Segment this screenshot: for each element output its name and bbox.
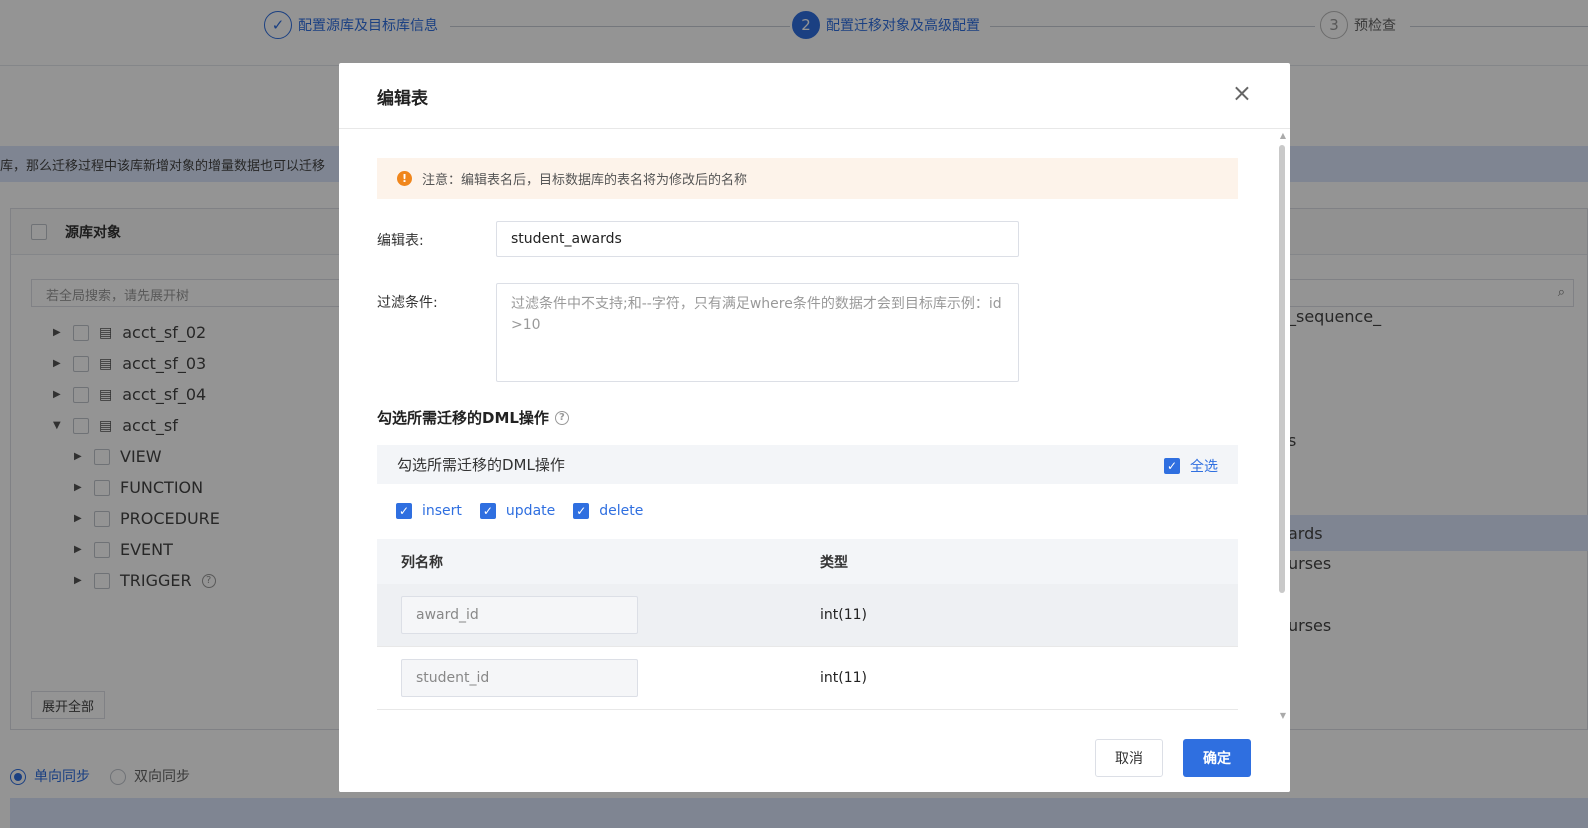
warning-alert: ! 注意：编辑表名后，目标数据库的表名将为修改后的名称: [377, 158, 1238, 199]
checkbox-checked-icon[interactable]: ✓: [1164, 458, 1180, 474]
dml-operations-bar: 勾选所需迁移的DML操作 ✓ 全选: [377, 445, 1238, 484]
edit-table-dialog: 编辑表 × ! 注意：编辑表名后，目标数据库的表名将为修改后的名称 编辑表: s…: [339, 63, 1290, 792]
checkbox-checked-icon[interactable]: ✓: [573, 503, 590, 519]
select-all-dml[interactable]: ✓ 全选: [1164, 456, 1218, 476]
column-type-cell: int(11): [820, 670, 867, 686]
checkbox-checked-icon[interactable]: ✓: [479, 503, 496, 519]
insert-checkbox[interactable]: ✓ insert: [396, 503, 462, 519]
column-name-input[interactable]: student_id: [401, 659, 638, 697]
dml-op-checkboxes: ✓ insert ✓ update ✓ delete: [396, 503, 643, 519]
select-all-label: 全选: [1190, 459, 1218, 475]
scrollbar-thumb[interactable]: [1279, 145, 1285, 593]
dialog-header: 编辑表 ×: [339, 63, 1290, 129]
column-type-cell: int(11): [820, 607, 867, 623]
op-label: insert: [422, 503, 462, 519]
dialog-footer: 取消 确定: [339, 721, 1290, 792]
checkbox-checked-icon[interactable]: ✓: [396, 503, 412, 519]
help-icon[interactable]: ?: [554, 410, 569, 425]
column-name-cell: award_id: [377, 596, 796, 634]
column-name-input[interactable]: award_id: [401, 596, 638, 634]
columns-table: 列名称 类型 award_id int(11) student_id int(1…: [377, 539, 1238, 710]
cancel-button[interactable]: 取消: [1095, 739, 1163, 777]
update-checkbox[interactable]: ✓ update: [479, 503, 556, 519]
scroll-up-arrow-icon[interactable]: ▲: [1280, 131, 1286, 140]
dialog-title: 编辑表: [377, 89, 428, 109]
filter-label: 过滤条件:: [377, 295, 438, 311]
table-row: award_id int(11): [377, 584, 1238, 647]
table-header: 列名称 类型: [377, 539, 1238, 584]
edit-table-label: 编辑表:: [377, 233, 424, 249]
warning-icon: !: [397, 171, 412, 186]
column-name-header: 列名称: [401, 554, 443, 571]
op-label: delete: [599, 503, 644, 519]
table-name-input[interactable]: student_awards: [496, 221, 1019, 257]
dml-section-title-text: 勾选所需迁移的DML操作: [377, 409, 549, 427]
dml-bar-label: 勾选所需迁移的DML操作: [397, 456, 565, 474]
column-name-cell: student_id: [377, 659, 796, 697]
table-row: student_id int(11): [377, 647, 1238, 710]
column-type-header: 类型: [820, 554, 848, 571]
dml-section-title: 勾选所需迁移的DML操作 ?: [377, 407, 569, 428]
confirm-button[interactable]: 确定: [1183, 739, 1251, 777]
close-icon[interactable]: ×: [1232, 81, 1252, 105]
scroll-down-arrow-icon[interactable]: ▼: [1280, 711, 1286, 720]
warning-text: 注意：编辑表名后，目标数据库的表名将为修改后的名称: [422, 173, 748, 188]
delete-checkbox[interactable]: ✓ delete: [573, 503, 643, 519]
filter-condition-textarea[interactable]: 过滤条件中不支持;和--字符，只有满足where条件的数据才会到目标库示例：id…: [496, 283, 1019, 382]
dialog-body: ! 注意：编辑表名后，目标数据库的表名将为修改后的名称 编辑表: student…: [339, 129, 1290, 721]
op-label: update: [505, 503, 556, 519]
